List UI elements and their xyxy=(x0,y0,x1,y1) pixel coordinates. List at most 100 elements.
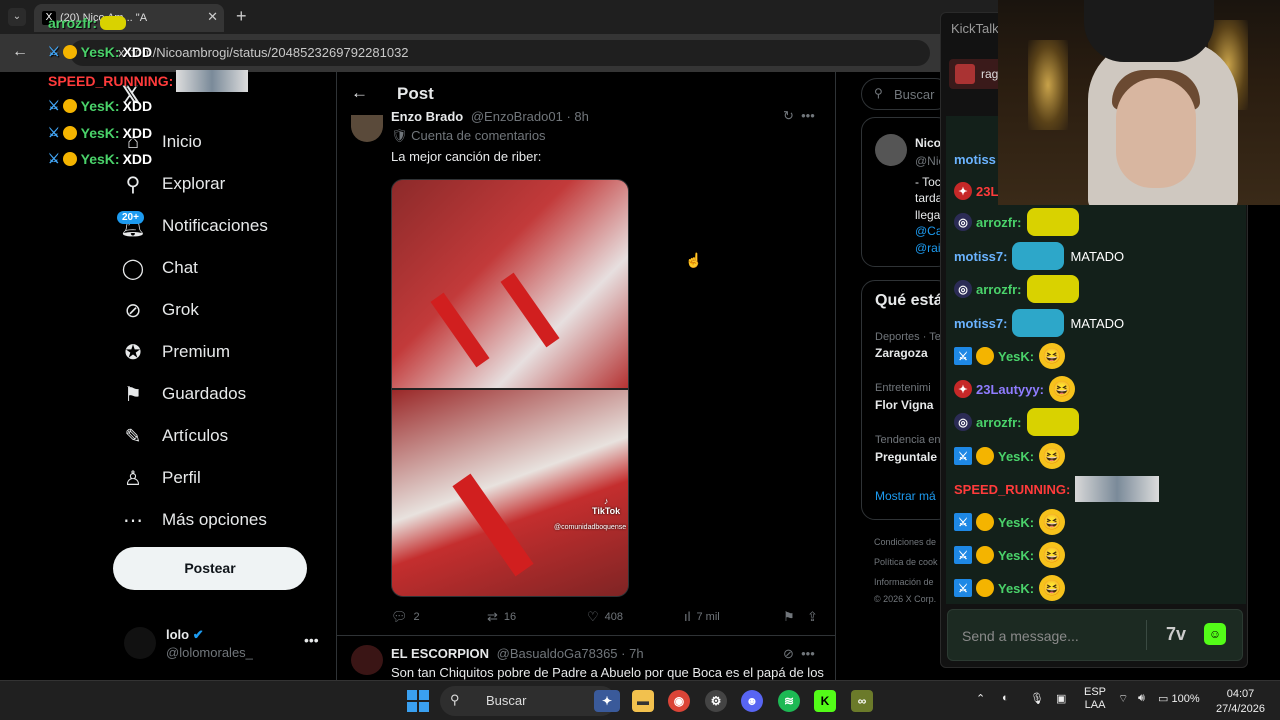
chat-message: ⚔ YesK: 😆 xyxy=(954,507,1066,537)
chat-user[interactable]: arrozfr: xyxy=(976,215,1022,230)
nav-item-articulos[interactable]: ✎ Artículos xyxy=(120,419,229,453)
badge-icon: ◎ xyxy=(954,280,972,298)
close-tab-icon[interactable]: ✕ xyxy=(207,9,218,25)
avatar[interactable] xyxy=(875,134,907,166)
chat-user[interactable]: motiss7: xyxy=(954,316,1007,331)
sword-icon: ⚔ xyxy=(48,125,60,140)
nav-item-perfil[interactable]: ♙ Perfil xyxy=(120,461,201,495)
tweet-author[interactable]: Enzo Brado @EnzoBrado01 · 8h xyxy=(391,109,589,124)
chat-user[interactable]: motiss xyxy=(954,152,996,167)
page-title: Post xyxy=(397,84,434,103)
repost-button[interactable]: ⇄ 16 xyxy=(487,609,516,625)
taskbar-search[interactable]: ⚲ Buscar xyxy=(440,686,616,716)
discord-icon[interactable]: ☻ xyxy=(741,690,763,712)
reply-button[interactable]: 💬︎ 2 xyxy=(391,609,420,625)
footer-link[interactable]: Condiciones de xyxy=(874,537,936,547)
post-mention[interactable]: @rai xyxy=(915,241,941,255)
tweet-more-icon[interactable]: ⊘ ••• xyxy=(783,646,815,662)
tweet-community[interactable]: 🛡︎ Cuenta de comentarios xyxy=(391,128,546,144)
tweet-more-icon[interactable]: ↻ ••• xyxy=(783,108,815,124)
chat-user[interactable]: SPEED_RUNNING: xyxy=(954,482,1070,497)
post-button[interactable]: Postear xyxy=(113,547,307,590)
chat-message: ◎ arrozfr: xyxy=(954,407,1079,437)
clock[interactable]: 04:07 27/4/2026 xyxy=(1216,687,1265,717)
overlay-chat-line: SPEED_RUNNING: xyxy=(48,70,249,92)
chat-user[interactable]: motiss7: xyxy=(954,249,1007,264)
windows-start-icon[interactable] xyxy=(407,690,429,712)
wifi-icon[interactable]: ⌔ xyxy=(1118,692,1128,706)
search-input[interactable]: ⚲ Buscar xyxy=(861,78,951,110)
tray-app-icon[interactable]: ◐ xyxy=(1002,692,1009,704)
bookmark-icon: ⚑ xyxy=(124,383,142,406)
profile-name[interactable]: lolo ✔ xyxy=(166,627,204,643)
overlay-chat-line: ⚔ YesK: XDD xyxy=(48,125,152,141)
footer-link[interactable]: Información de xyxy=(874,577,934,587)
nav-item-grok[interactable]: ⊘ Grok xyxy=(120,293,199,327)
kick-icon[interactable]: K xyxy=(814,690,836,712)
nav-item-mas-opciones[interactable]: ⋯ Más opciones xyxy=(120,503,267,537)
reply-icon: 💬︎ xyxy=(391,609,408,624)
community-icon: 🛡︎ xyxy=(391,128,408,143)
chat-user[interactable]: YesK: xyxy=(998,349,1034,364)
chrome-icon[interactable]: ◉ xyxy=(668,690,690,712)
url-bar[interactable]: x.com/Nicoambrogi/status/204852326979228… xyxy=(70,40,930,66)
trend-name[interactable]: Preguntale xyxy=(875,450,937,464)
display-icon[interactable]: ▣ xyxy=(1056,692,1066,705)
show-more-link[interactable]: Mostrar má xyxy=(875,489,936,503)
nav-label: Perfil xyxy=(162,468,201,487)
url-text: x.com/Nicoambrogi/status/204852326979228… xyxy=(118,45,409,60)
nav-label: Inicio xyxy=(162,132,202,151)
chat-message: SPEED_RUNNING: xyxy=(954,474,1160,504)
sword-icon: ⚔ xyxy=(954,579,972,597)
avatar[interactable] xyxy=(351,115,383,142)
post-mention[interactable]: @Ca xyxy=(915,224,943,238)
author-name[interactable]: Nico xyxy=(915,136,941,150)
overlay-text: XDD xyxy=(122,125,153,141)
tray-expand-icon[interactable]: ⌃ xyxy=(976,692,985,705)
widget-icon[interactable]: ✦ xyxy=(594,690,620,712)
trend-name[interactable]: Flor Vigna xyxy=(875,398,933,412)
nav-item-guardados[interactable]: ⚑ Guardados xyxy=(120,377,246,411)
microphone-icon[interactable]: 🎙︎ xyxy=(1030,692,1044,705)
battery-indicator[interactable]: ▭ 100% xyxy=(1158,692,1200,705)
trend-name[interactable]: Zaragoza xyxy=(875,346,928,360)
webcam-overlay xyxy=(998,0,1280,205)
heart-icon: ♡ xyxy=(587,609,599,624)
nav-item-explorar[interactable]: ⚲ Explorar xyxy=(120,167,226,201)
profile-more-icon[interactable]: ••• xyxy=(304,632,319,648)
main-column: ← Post Enzo Brado @EnzoBrado01 · 8h ↻ ••… xyxy=(336,72,836,680)
views-button[interactable]: ıl 7 mil xyxy=(684,609,720,624)
avatar[interactable] xyxy=(124,627,156,659)
app-icon[interactable]: ⚙ xyxy=(705,690,727,712)
chat-user[interactable]: YesK: xyxy=(998,581,1034,596)
language-indicator[interactable]: ESP LAA xyxy=(1084,686,1106,712)
back-arrow-icon[interactable]: ← xyxy=(351,83,368,103)
chat-user[interactable]: YesK: xyxy=(998,548,1034,563)
chat-user[interactable]: arrozfr: xyxy=(976,415,1022,430)
spotify-icon[interactable]: ≋ xyxy=(778,690,800,712)
bookmark-button[interactable]: ⚑ xyxy=(783,609,801,625)
nav-item-premium[interactable]: ✪ Premium xyxy=(120,335,230,369)
volume-icon[interactable]: 🔊︎ xyxy=(1138,692,1145,705)
file-explorer-icon[interactable]: ▬ xyxy=(632,690,654,712)
tweet-author[interactable]: EL ESCORPION @BasualdoGa78365 · 7h xyxy=(391,646,644,661)
kick-emote-icon[interactable]: ☺ xyxy=(1204,623,1226,645)
back-icon[interactable]: ← xyxy=(12,43,28,61)
share-button[interactable]: ⇪ xyxy=(807,609,824,625)
nav-item-chat[interactable]: ◯ Chat xyxy=(120,251,198,285)
tab-search-icon[interactable]: ⌄ xyxy=(8,8,26,26)
7tv-emote-icon[interactable]: 7v xyxy=(1166,624,1186,645)
app-icon[interactable]: ∞ xyxy=(851,690,873,712)
chat-user[interactable]: YesK: xyxy=(998,449,1034,464)
chat-message-input[interactable]: Send a message... 7v ☺ xyxy=(947,609,1243,661)
chat-user[interactable]: 23Lautyyy: xyxy=(976,382,1044,397)
footer-link[interactable]: Política de cook xyxy=(874,557,938,567)
badge-icon: ✦ xyxy=(954,182,972,200)
chat-user[interactable]: 23L xyxy=(976,184,998,199)
avatar[interactable] xyxy=(351,645,383,675)
like-button[interactable]: ♡ 408 xyxy=(587,609,623,625)
chat-user[interactable]: arrozfr: xyxy=(976,282,1022,297)
tweet-video[interactable]: ♪ TikTok @comunidadboquense xyxy=(391,179,629,597)
new-tab-icon[interactable]: + xyxy=(236,6,247,27)
chat-user[interactable]: YesK: xyxy=(998,515,1034,530)
